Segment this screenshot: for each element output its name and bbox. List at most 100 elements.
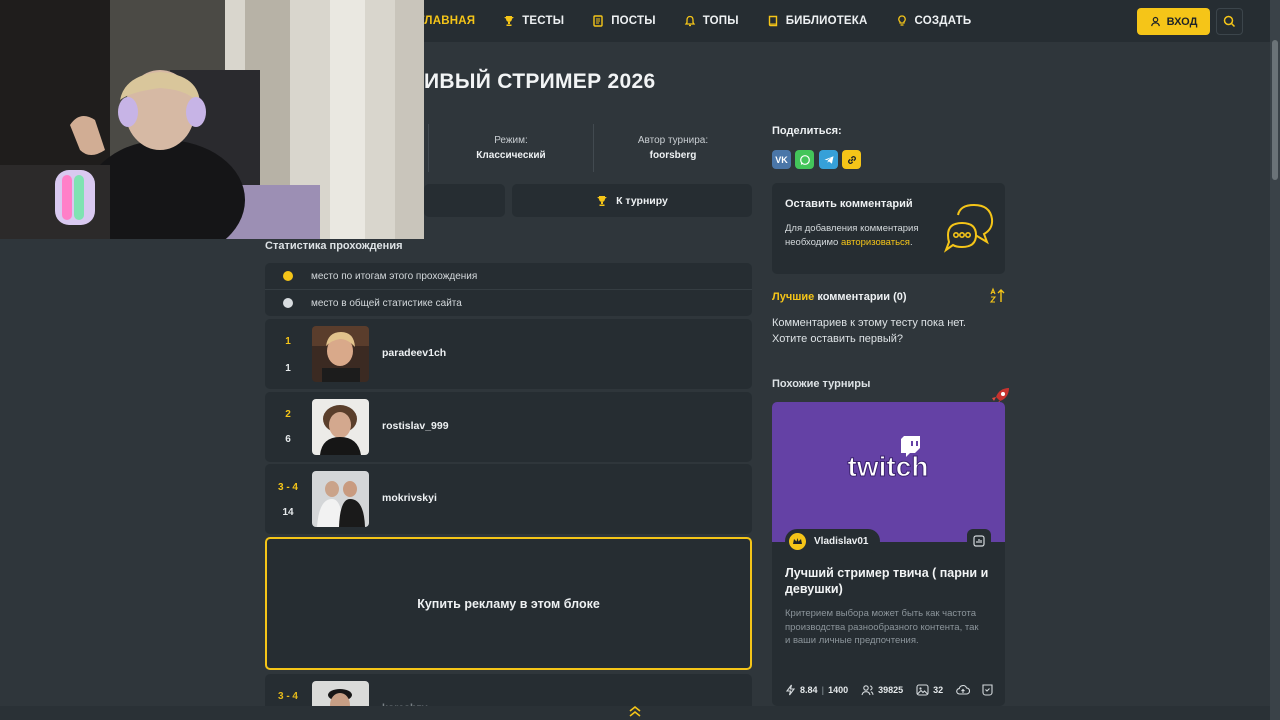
mode-label: Режим:	[494, 135, 528, 146]
legend-global: место в общей статистике сайта	[265, 290, 752, 316]
no-comments-text: Комментариев к этому тесту пока нет. Хот…	[772, 317, 966, 345]
lightning-icon	[785, 684, 796, 696]
search-button[interactable]	[1216, 8, 1243, 35]
ranking-row[interactable]: 1 1 paradeev1ch	[265, 319, 752, 389]
best-comments-rest: комментарии (0)	[814, 291, 907, 303]
mode-value: Классический	[476, 150, 546, 161]
rank-global: 6	[285, 434, 291, 445]
image-icon	[916, 684, 929, 696]
legend-current-text: место по итогам этого прохождения	[311, 270, 478, 282]
legend-global-text: место в общей статистике сайта	[311, 297, 462, 309]
tournament-info: Режим: Классический Автор турнира: foors…	[424, 124, 752, 172]
nav-item-library[interactable]: БИБЛИОТЕКА	[767, 15, 868, 27]
chat-bubbles-icon	[943, 203, 994, 253]
authorize-link[interactable]: авторизоваться	[841, 237, 910, 248]
trophy-icon	[597, 195, 607, 206]
login-button[interactable]: ВХОД	[1137, 8, 1210, 35]
nav-item-tops[interactable]: ТОПЫ	[684, 15, 739, 27]
sort-icon[interactable]	[989, 287, 1006, 304]
card-description: Критерием выбора может быть как частота …	[785, 608, 979, 646]
players-value: 39825	[878, 685, 904, 695]
nav-item-create[interactable]: СОЗДАТЬ	[896, 15, 972, 27]
avatar	[312, 399, 369, 455]
scroll-up-icon[interactable]	[628, 704, 642, 718]
page-scrollbar[interactable]	[1270, 0, 1280, 720]
bell-icon	[684, 15, 695, 27]
nav-label-posts: ПОСТЫ	[611, 15, 656, 27]
ranking-row[interactable]: 3 - 4 14 mokrivskyi	[265, 464, 752, 534]
user-icon	[1150, 16, 1160, 27]
nav-item-posts[interactable]: ПОСТЫ	[592, 15, 656, 27]
twitch-banner: twitch	[772, 402, 1005, 542]
similar-tournament-card[interactable]: twitch Vladislav01 Лучший стример твича …	[772, 402, 1005, 706]
stats-section-title: Статистика прохождения	[265, 240, 403, 252]
link-icon	[847, 155, 856, 164]
rank-current: 3 - 4	[277, 691, 298, 702]
nav-label-home: ГЛАВНАЯ	[418, 15, 476, 27]
stats-legend: место по итогам этого прохождения место …	[265, 263, 752, 316]
lightbulb-icon	[897, 15, 906, 26]
username: rostislav_999	[382, 420, 449, 432]
players-stat: 39825	[861, 684, 903, 696]
vk-icon: VK	[775, 154, 788, 165]
card-title[interactable]: Лучший стример твича ( парни и девушки)	[785, 565, 995, 597]
main-nav: ГЛАВНАЯ ТЕСТЫ ПОСТЫ ТОПЫ БИБЛИОТЕКА СОЗД…	[418, 0, 971, 42]
share-telegram-button[interactable]	[819, 150, 838, 169]
leave-comment-title: Оставить комментарий	[785, 198, 913, 210]
ranking-row[interactable]: 2 6 rostislav_999	[265, 392, 752, 462]
leave-comment-text: Для добавления комментария необходимо ав…	[785, 222, 945, 250]
page-title: ИВЫЙ СТРИМЕР 2026	[424, 70, 656, 93]
nav-label-library: БИБЛИОТЕКА	[785, 15, 868, 27]
nav-label-create: СОЗДАТЬ	[914, 15, 972, 27]
comment-text-end: .	[909, 237, 913, 248]
share-vk-button[interactable]: VK	[772, 150, 791, 169]
scrollbar-thumb[interactable]	[1272, 40, 1278, 180]
whatsapp-icon	[799, 154, 810, 165]
leave-comment-card: Оставить комментарий Для добавления комм…	[772, 183, 1005, 274]
to-tournament-button[interactable]: К турниру	[512, 184, 752, 217]
bookmark-icon[interactable]	[981, 684, 994, 696]
telegram-icon	[824, 155, 833, 164]
rating-value: 8.84	[800, 685, 818, 695]
legend-current: место по итогам этого прохождения	[265, 263, 752, 289]
card-author[interactable]: Vladislav01	[785, 529, 881, 553]
crown-icon	[789, 532, 806, 550]
similar-tournaments-title: Похожие турниры	[772, 378, 871, 390]
nav-label-tops: ТОПЫ	[702, 15, 739, 27]
users-icon	[861, 685, 874, 696]
twitch-brand-text: twitch	[848, 451, 929, 482]
twitch-logo-icon: twitch	[847, 436, 929, 483]
card-stats: 8.84 | 1400 39825 32	[785, 682, 1000, 698]
share-whatsapp-button[interactable]	[795, 150, 814, 169]
yellow-dot-icon	[283, 271, 293, 281]
cloud-upload-icon[interactable]	[956, 684, 971, 696]
best-comments-highlight: Лучшие	[772, 291, 815, 303]
rank-current: 2	[285, 409, 291, 420]
nav-item-tests[interactable]: ТЕСТЫ	[503, 15, 564, 27]
username: mokrivskyi	[382, 492, 437, 504]
nav-label-tests: ТЕСТЫ	[522, 15, 565, 27]
bar-chart-icon	[973, 535, 985, 547]
info-mode: Режим: Классический	[429, 124, 593, 172]
book-icon	[768, 15, 777, 27]
copy-link-button[interactable]	[842, 150, 861, 169]
rating-votes: 1400	[828, 685, 849, 695]
avatar	[312, 326, 369, 382]
ad-block[interactable]: Купить рекламу в этом блоке	[265, 537, 752, 670]
restart-button[interactable]	[424, 184, 505, 217]
to-tournament-label: К турниру	[616, 194, 668, 207]
login-label: ВХОД	[1166, 15, 1198, 28]
rating-stat: 8.84 | 1400	[785, 684, 848, 696]
rank-global: 14	[282, 507, 294, 518]
author-label: Автор турнира:	[637, 135, 709, 146]
nav-item-home[interactable]: ГЛАВНАЯ	[418, 15, 475, 27]
webcam-video	[0, 0, 424, 239]
card-author-name: Vladislav01	[814, 535, 869, 547]
card-stats-button[interactable]	[967, 529, 991, 553]
rating-divider: |	[821, 685, 825, 695]
search-icon	[1223, 15, 1236, 28]
webcam-overlay	[0, 0, 424, 239]
rank-global: 1	[285, 363, 291, 374]
images-stat: 32	[916, 684, 943, 696]
avatar	[312, 471, 369, 527]
